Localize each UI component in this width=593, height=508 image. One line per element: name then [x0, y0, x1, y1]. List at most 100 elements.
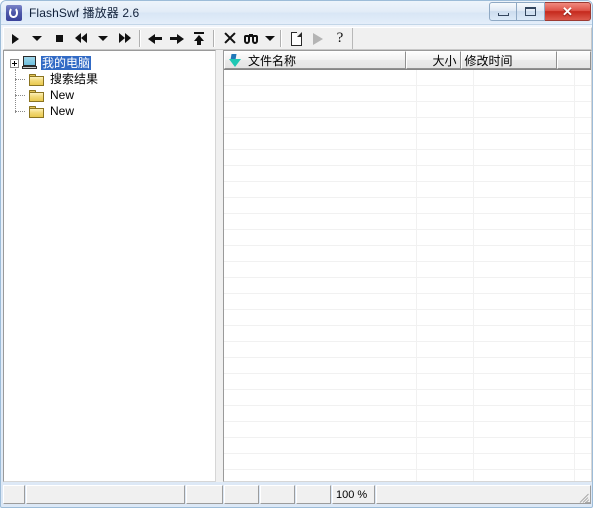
maximize-icon [525, 7, 536, 16]
table-row[interactable] [224, 422, 591, 438]
column-header-modified[interactable]: 修改时间 [460, 51, 557, 69]
window-controls: ✕ [489, 2, 591, 21]
tree-item-label: 我的电脑 [41, 56, 92, 70]
table-row[interactable] [224, 358, 591, 374]
window-title: FlashSwf 播放器 2.6 [29, 6, 140, 20]
table-row[interactable] [224, 406, 591, 422]
rewind-button[interactable] [70, 28, 92, 49]
tree-item-label: New [50, 104, 75, 118]
folder-tree-panel[interactable]: 我的电脑 搜索结果 New New [3, 50, 216, 482]
search-dropdown-button[interactable] [262, 28, 277, 49]
table-row[interactable] [224, 278, 591, 294]
column-header-label: 修改时间 [464, 53, 513, 68]
play-button[interactable] [4, 28, 26, 49]
status-pane-extra [376, 485, 591, 504]
tree-item-my-computer[interactable]: 我的电脑 [8, 55, 215, 71]
status-pane-zoom: 100 % [332, 485, 375, 504]
application-window: FlashSwf 播放器 2.6 ✕ ? 我的电脑 搜索结果 New New 文… [0, 0, 593, 508]
tree-children-container: 搜索结果 New New [15, 69, 215, 119]
table-row[interactable] [224, 294, 591, 310]
tree-item-new-2[interactable]: New [15, 103, 215, 119]
arrow-up-to-bar-icon [193, 31, 205, 46]
chevron-down-icon [32, 36, 42, 41]
table-row[interactable] [224, 118, 591, 134]
chevron-down-icon [264, 36, 275, 41]
help-button[interactable]: ? [329, 28, 351, 49]
table-row[interactable] [224, 166, 591, 182]
column-header-filename[interactable]: 文件名称 [224, 51, 407, 69]
column-header-extra[interactable] [556, 51, 591, 69]
status-pane-message [26, 485, 185, 504]
toolbar-button-group: ? [4, 28, 353, 49]
panel-splitter[interactable] [216, 50, 223, 482]
toolbar-separator [139, 30, 141, 47]
play-dropdown-button[interactable] [26, 28, 48, 49]
arrow-left-icon [148, 33, 162, 44]
column-header-label: 文件名称 [248, 53, 297, 68]
tree-item-new-1[interactable]: New [15, 87, 215, 103]
table-row[interactable] [224, 470, 591, 481]
status-pane-indicator [3, 485, 25, 504]
tree-root-container: 我的电脑 搜索结果 New New [4, 51, 215, 119]
search-button[interactable] [240, 28, 262, 49]
sort-descending-icon [229, 53, 242, 67]
delete-button[interactable] [218, 28, 240, 49]
main-toolbar: ? [3, 27, 592, 50]
table-row[interactable] [224, 198, 591, 214]
table-row[interactable] [224, 262, 591, 278]
back-button[interactable] [144, 28, 166, 49]
double-arrow-right-icon [118, 33, 132, 44]
file-list-rows[interactable] [224, 70, 591, 481]
file-list-panel[interactable]: 文件名称 大小 修改时间 [223, 50, 592, 482]
column-header-size[interactable]: 大小 [406, 51, 461, 69]
table-row[interactable] [224, 86, 591, 102]
table-row[interactable] [224, 134, 591, 150]
status-pane-1 [186, 485, 223, 504]
resize-grip-icon[interactable] [577, 490, 591, 504]
status-pane-3 [260, 485, 295, 504]
table-row[interactable] [224, 326, 591, 342]
new-button[interactable] [285, 28, 307, 49]
double-arrow-left-icon [74, 33, 88, 44]
folder-body [29, 75, 44, 86]
minimize-button[interactable] [489, 2, 517, 21]
question-mark-icon: ? [336, 30, 344, 46]
table-row[interactable] [224, 246, 591, 262]
table-row[interactable] [224, 374, 591, 390]
table-row[interactable] [224, 70, 591, 86]
table-row[interactable] [224, 438, 591, 454]
stop-button[interactable] [48, 28, 70, 49]
table-row[interactable] [224, 310, 591, 326]
title-bar[interactable]: FlashSwf 播放器 2.6 ✕ [1, 1, 592, 25]
tree-item-search-results[interactable]: 搜索结果 [15, 71, 215, 87]
minimize-icon [497, 12, 509, 16]
table-row[interactable] [224, 182, 591, 198]
document-page-icon [290, 31, 302, 46]
table-row[interactable] [224, 454, 591, 470]
table-row[interactable] [224, 342, 591, 358]
chevron-down-icon [98, 36, 108, 41]
column-header-label: 大小 [432, 53, 457, 68]
x-cross-icon [223, 32, 236, 45]
table-row[interactable] [224, 390, 591, 406]
table-row[interactable] [224, 102, 591, 118]
play-triangle-icon [11, 33, 19, 44]
toolbar-separator [280, 30, 282, 47]
close-button[interactable]: ✕ [545, 2, 591, 21]
maximize-button[interactable] [517, 2, 545, 21]
up-button[interactable] [188, 28, 210, 49]
rewind-dropdown-button[interactable] [92, 28, 114, 49]
folder-icon [29, 105, 45, 118]
table-row[interactable] [224, 214, 591, 230]
stop-square-icon [55, 35, 63, 42]
run-button[interactable] [307, 28, 329, 49]
status-pane-2 [224, 485, 259, 504]
binoculars-icon [244, 33, 258, 45]
table-row[interactable] [224, 230, 591, 246]
forward-button[interactable] [114, 28, 136, 49]
folder-body [29, 91, 44, 102]
next-button[interactable] [166, 28, 188, 49]
table-row[interactable] [224, 150, 591, 166]
tree-expander-icon[interactable] [10, 58, 19, 68]
folder-icon [29, 73, 45, 86]
